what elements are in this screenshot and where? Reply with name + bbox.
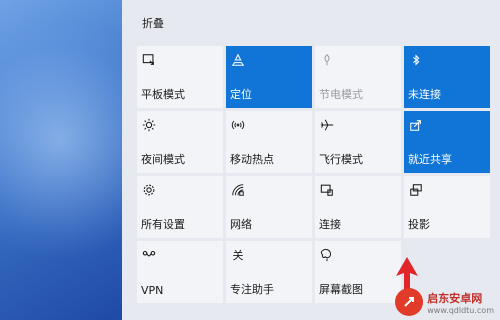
tile-airplane-mode[interactable]: 飞行模式 <box>315 111 401 173</box>
tile-project[interactable]: 投影 <box>404 176 490 238</box>
tile-label: VPN <box>141 284 164 297</box>
tile-label: 节电模式 <box>319 88 363 101</box>
tile-battery-saver[interactable]: 节电模式 <box>315 46 401 108</box>
tile-label: 定位 <box>230 88 252 101</box>
vpn-icon <box>141 247 157 263</box>
night-light-icon <box>141 117 157 133</box>
focus-assist-icon: 关 <box>232 249 244 262</box>
tile-night-light[interactable]: 夜间模式 <box>137 111 223 173</box>
tile-label: 就近共享 <box>408 153 452 166</box>
action-center-panel: 折叠 平板模式 定位 节电模式 未连接 夜间模式 移动热点 飞行模式 就近共享 … <box>122 0 500 320</box>
tile-label: 投影 <box>408 218 430 231</box>
mobile-hotspot-icon <box>230 117 246 133</box>
tile-label: 屏幕截图 <box>319 283 363 296</box>
quick-actions-grid: 平板模式 定位 节电模式 未连接 夜间模式 移动热点 飞行模式 就近共享 所有设… <box>137 46 490 303</box>
tile-nearby-share[interactable]: 就近共享 <box>404 111 490 173</box>
bluetooth-icon <box>408 52 424 68</box>
desktop-background <box>0 0 122 320</box>
network-icon <box>230 182 246 198</box>
watermark-url: www.qdldtu.com <box>427 305 494 315</box>
tile-label: 平板模式 <box>141 88 185 101</box>
project-icon <box>408 182 424 198</box>
tile-label: 所有设置 <box>141 218 185 231</box>
watermark-logo <box>395 288 424 316</box>
tile-mobile-hotspot[interactable]: 移动热点 <box>226 111 312 173</box>
tile-vpn[interactable]: VPN <box>137 241 223 303</box>
tile-bluetooth[interactable]: 未连接 <box>404 46 490 108</box>
watermark-name: 启东安卓网 <box>427 291 483 305</box>
desktop-glow <box>0 20 122 260</box>
tile-label: 飞行模式 <box>319 153 363 166</box>
location-icon <box>230 52 246 68</box>
tile-label: 专注助手 <box>230 283 274 296</box>
tile-network[interactable]: 网络 <box>226 176 312 238</box>
tile-connect[interactable]: 连接 <box>315 176 401 238</box>
collapse-button[interactable]: 折叠 <box>142 15 164 31</box>
battery-saver-icon <box>319 52 335 68</box>
tablet-mode-icon <box>141 52 157 68</box>
tile-location[interactable]: 定位 <box>226 46 312 108</box>
tile-focus-assist[interactable]: 关 专注助手 <box>226 241 312 303</box>
nearby-share-icon <box>408 117 424 133</box>
gear-icon <box>141 182 157 198</box>
watermark-text: 启东安卓网 www.qdldtu.com <box>427 290 494 315</box>
watermark: 启东安卓网 www.qdldtu.com <box>395 288 494 316</box>
connect-icon <box>319 182 335 198</box>
tile-label: 网络 <box>230 218 252 231</box>
tile-all-settings[interactable]: 所有设置 <box>137 176 223 238</box>
tile-label: 移动热点 <box>230 153 274 166</box>
screen-snip-icon <box>319 247 335 263</box>
tile-screen-snip[interactable]: 屏幕截图 <box>315 241 401 303</box>
tile-label: 夜间模式 <box>141 153 185 166</box>
tile-tablet-mode[interactable]: 平板模式 <box>137 46 223 108</box>
tile-label: 连接 <box>319 218 341 231</box>
airplane-icon <box>319 117 335 133</box>
tile-label: 未连接 <box>408 88 441 101</box>
